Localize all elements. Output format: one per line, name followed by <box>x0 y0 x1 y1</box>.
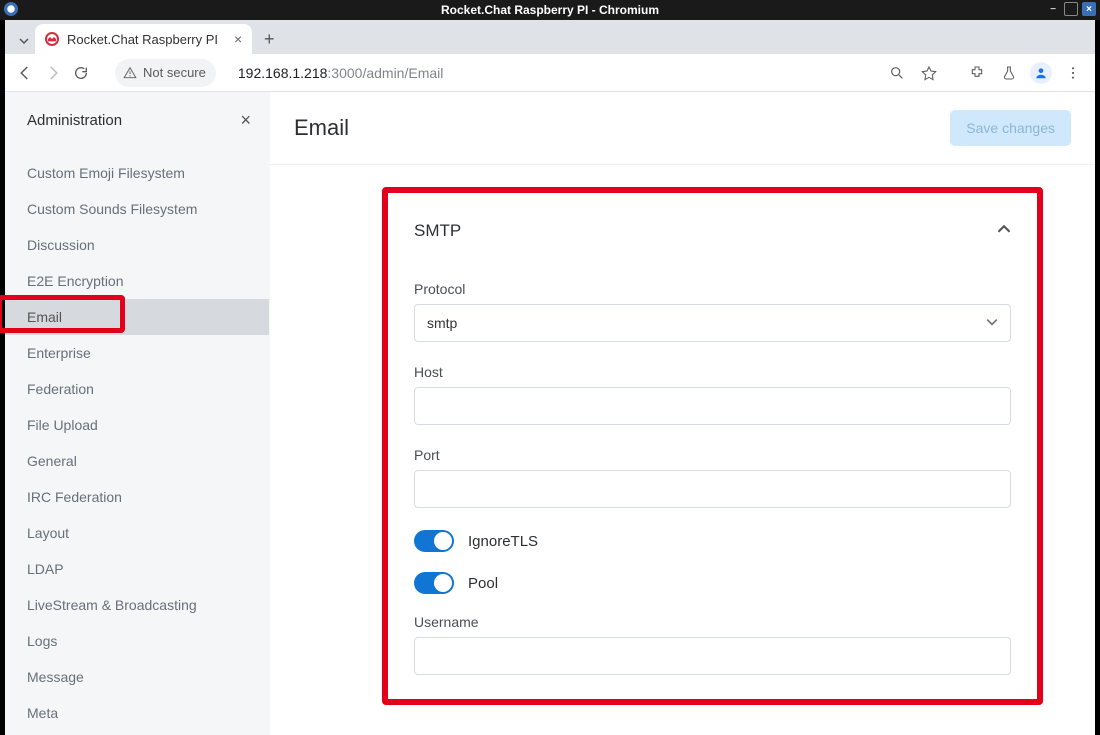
address-bar[interactable]: 192.168.1.218:3000/admin/Email <box>238 65 443 81</box>
forward-button[interactable] <box>43 63 63 83</box>
sidebar-item-federation[interactable]: Federation <box>5 371 269 407</box>
label-port: Port <box>414 447 1011 463</box>
save-changes-button[interactable]: Save changes <box>950 110 1071 146</box>
window-title: Rocket.Chat Raspberry PI - Chromium <box>441 3 659 17</box>
toggle-ignoretls-row: IgnoreTLS <box>414 530 1011 552</box>
sidebar-close-button[interactable]: × <box>240 110 251 131</box>
window-maximize-button[interactable] <box>1064 2 1078 16</box>
tab-close-button[interactable]: × <box>234 32 242 46</box>
label-protocol: Protocol <box>414 281 1011 297</box>
section-collapse-button[interactable] <box>997 222 1011 241</box>
toggle-pool[interactable] <box>414 572 454 594</box>
url-path: :3000/admin/Email <box>327 65 443 81</box>
sidebar-item-general[interactable]: General <box>5 443 269 479</box>
url-host: 192.168.1.218 <box>238 65 328 81</box>
sidebar-item-email[interactable]: Email <box>5 299 269 335</box>
sidebar-title: Administration <box>27 112 122 129</box>
zoom-icon[interactable] <box>885 65 909 81</box>
back-button[interactable] <box>15 63 35 83</box>
security-chip[interactable]: Not secure <box>115 59 216 87</box>
sidebar-item-enterprise[interactable]: Enterprise <box>5 335 269 371</box>
browser-tab-active[interactable]: Rocket.Chat Raspberry PI × <box>35 24 252 54</box>
input-host[interactable] <box>414 387 1011 425</box>
sidebar-item-mobile[interactable]: Mobile <box>5 731 269 735</box>
section-title-smtp: SMTP <box>414 221 461 241</box>
page-title: Email <box>294 115 349 141</box>
sidebar-item-message[interactable]: Message <box>5 659 269 695</box>
label-username: Username <box>414 614 1011 630</box>
sidebar-item-custom-emoji-filesystem[interactable]: Custom Emoji Filesystem <box>5 155 269 191</box>
window-minimize-button[interactable]: − <box>1046 2 1060 16</box>
admin-main: Email Save changes SMTP Protoco <box>270 92 1095 735</box>
smtp-section: SMTP Protocol smtp <box>390 195 1035 697</box>
label-pool: Pool <box>468 575 498 592</box>
sidebar-item-ldap[interactable]: LDAP <box>5 551 269 587</box>
sidebar-item-logs[interactable]: Logs <box>5 623 269 659</box>
select-protocol-value: smtp <box>427 315 457 331</box>
select-protocol[interactable]: smtp <box>414 304 1011 342</box>
toggle-pool-row: Pool <box>414 572 1011 594</box>
new-tab-button[interactable]: + <box>252 29 280 54</box>
sidebar-item-e2e-encryption[interactable]: E2E Encryption <box>5 263 269 299</box>
kebab-menu-icon[interactable] <box>1061 65 1085 81</box>
sidebar-item-custom-sounds-filesystem[interactable]: Custom Sounds Filesystem <box>5 191 269 227</box>
profile-button[interactable] <box>1029 62 1053 84</box>
tabs-overflow-button[interactable] <box>13 36 35 54</box>
security-chip-label: Not secure <box>143 65 206 80</box>
app-menu-icon[interactable] <box>4 2 18 16</box>
bookmark-icon[interactable] <box>917 65 941 81</box>
window-close-button[interactable]: × <box>1082 2 1096 16</box>
sidebar-item-meta[interactable]: Meta <box>5 695 269 731</box>
rocketchat-favicon-icon <box>45 32 59 46</box>
toggle-ignoretls[interactable] <box>414 530 454 552</box>
sidebar-item-file-upload[interactable]: File Upload <box>5 407 269 443</box>
labs-icon[interactable] <box>997 65 1021 81</box>
label-host: Host <box>414 364 1011 380</box>
sidebar-item-irc-federation[interactable]: IRC Federation <box>5 479 269 515</box>
chevron-down-icon <box>986 315 998 331</box>
input-port[interactable] <box>414 470 1011 508</box>
label-ignoretls: IgnoreTLS <box>468 533 538 550</box>
sidebar-item-truncated <box>5 145 269 155</box>
admin-sidebar: Administration × Custom Emoji Filesystem… <box>5 92 270 735</box>
window-titlebar: Rocket.Chat Raspberry PI - Chromium − × <box>0 0 1100 20</box>
tab-title: Rocket.Chat Raspberry PI <box>67 32 218 47</box>
sidebar-item-discussion[interactable]: Discussion <box>5 227 269 263</box>
sidebar-item-livestream-broadcasting[interactable]: LiveStream & Broadcasting <box>5 587 269 623</box>
tab-strip: Rocket.Chat Raspberry PI × + <box>5 20 1095 54</box>
extensions-icon[interactable] <box>965 65 989 81</box>
sidebar-item-layout[interactable]: Layout <box>5 515 269 551</box>
input-username[interactable] <box>414 637 1011 675</box>
not-secure-warning-icon <box>123 66 137 80</box>
reload-button[interactable] <box>71 63 91 83</box>
address-toolbar: Not secure 192.168.1.218:3000/admin/Emai… <box>5 54 1095 92</box>
